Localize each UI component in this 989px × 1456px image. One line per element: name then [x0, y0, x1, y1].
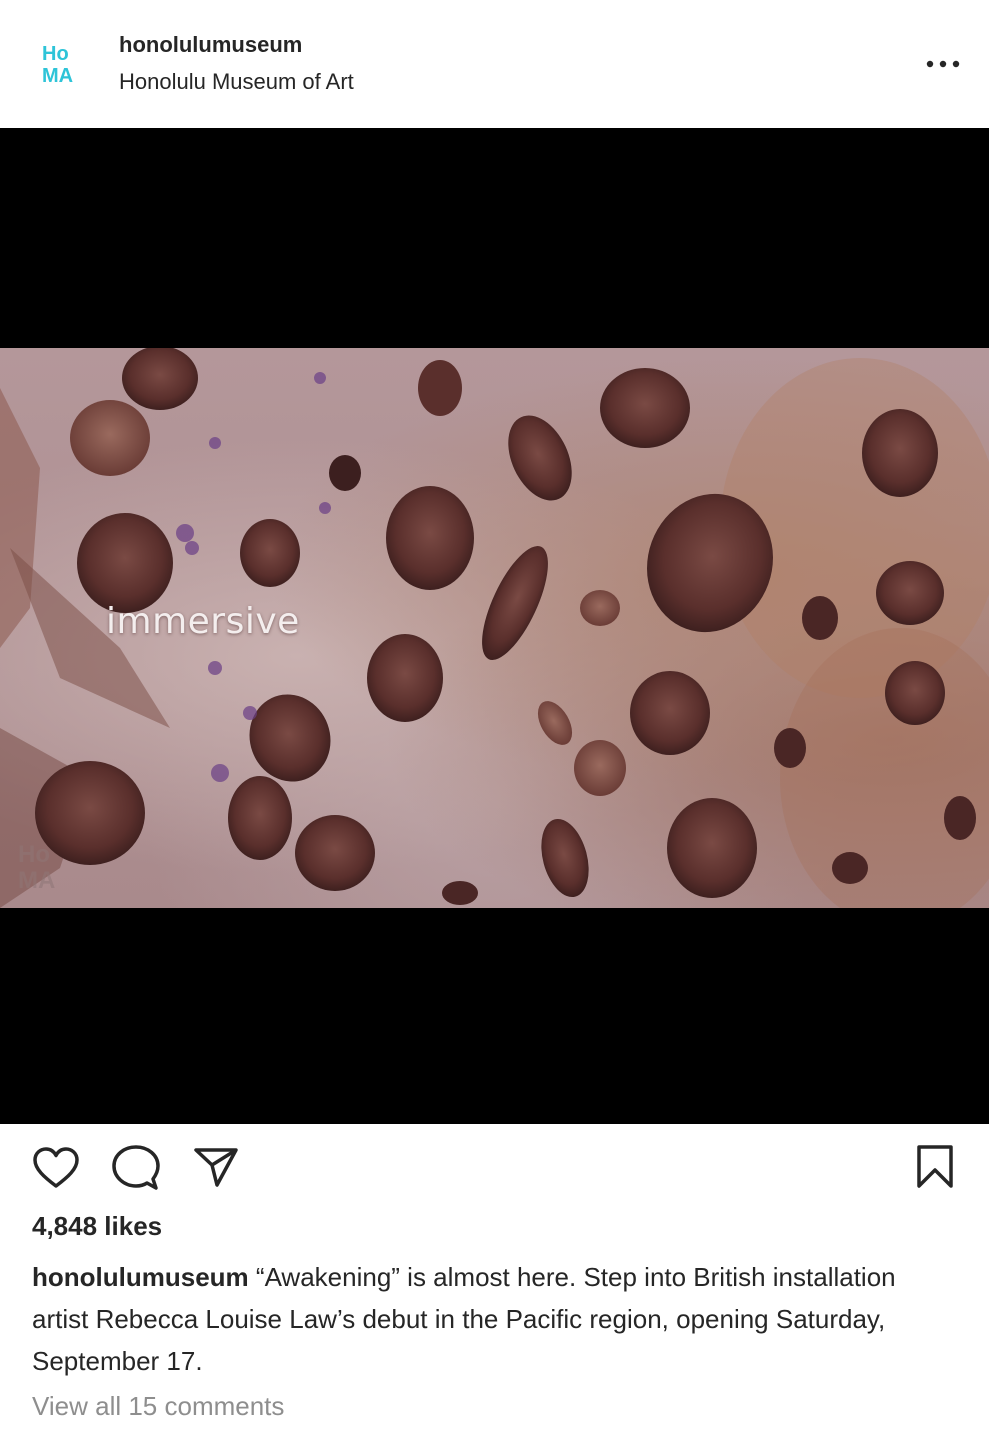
save-button[interactable]: [915, 1144, 955, 1195]
like-button[interactable]: [32, 1146, 80, 1195]
homa-logo-icon: Ho MA: [42, 43, 73, 87]
post-location[interactable]: Honolulu Museum of Art: [119, 69, 354, 95]
avatar[interactable]: Ho MA: [32, 30, 96, 94]
bookmark-icon: [917, 1145, 953, 1188]
like-count[interactable]: 4,848 likes: [32, 1211, 162, 1242]
caption-username[interactable]: honolulumuseum: [32, 1262, 249, 1292]
view-all-comments-link[interactable]: View all 15 comments: [32, 1391, 284, 1422]
more-options-button[interactable]: [918, 48, 968, 80]
svg-text:Ho: Ho: [18, 841, 50, 868]
svg-text:MA: MA: [18, 867, 55, 894]
post-username[interactable]: honolulumuseum: [119, 32, 302, 58]
video-overlay-text: immersive: [106, 601, 300, 642]
share-button[interactable]: [193, 1146, 239, 1193]
comment-button[interactable]: [111, 1144, 161, 1197]
paper-plane-icon: [194, 1148, 238, 1187]
more-horizontal-icon: [926, 60, 960, 68]
post-caption: honolulumuseum “Awakening” is almost her…: [32, 1256, 932, 1382]
logo-text-bottom: MA: [42, 65, 73, 87]
watermark-logo: Ho MA: [18, 841, 55, 894]
post-actions: [0, 1124, 989, 1214]
comment-icon: [112, 1145, 160, 1190]
heart-icon: [33, 1147, 79, 1188]
post-media[interactable]: Ho MA immersive: [0, 128, 989, 1124]
post-header: Ho MA honolulumuseum Honolulu Museum of …: [0, 0, 989, 128]
logo-text-top: Ho: [42, 43, 69, 65]
